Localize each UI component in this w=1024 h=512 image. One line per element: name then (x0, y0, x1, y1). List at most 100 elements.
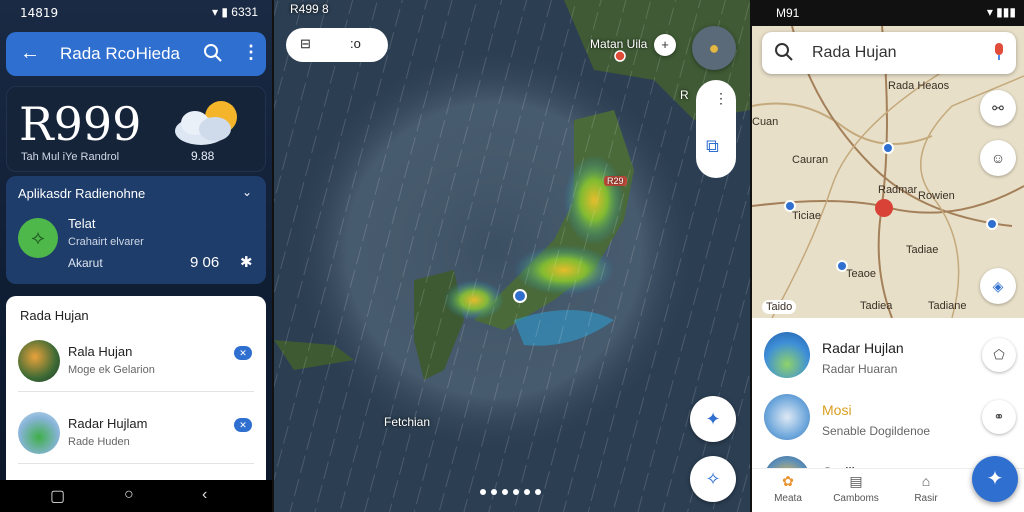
status-right: ▾ ▮▮▮ (986, 5, 1016, 19)
list-header: Rada Hujan (20, 308, 89, 323)
map-search-panel: M91 ▾ ▮▮▮ Rada Hujan ⚯ ☺ ◈ Rada Heaos Ca… (752, 0, 1024, 512)
weather-big-value: R999 (19, 97, 142, 151)
asterisk-icon[interactable]: ✱ (240, 253, 253, 271)
location-pin[interactable] (986, 218, 998, 230)
more-menu-icon[interactable]: ⋮ (242, 42, 260, 63)
city-label: Teaoe (846, 268, 876, 280)
search-icon[interactable] (202, 42, 224, 64)
layers-icon[interactable]: ⊟ (300, 36, 311, 52)
status-bar: 14819 ▾ ▮ 6331 (0, 0, 272, 26)
more-vert-icon[interactable]: ⋮ (714, 90, 728, 107)
list-item-title: Rala Hujan (68, 344, 133, 359)
tab-meata[interactable]: ✿ Meata (758, 473, 818, 504)
city-label: Tadiae (906, 244, 939, 256)
cloud-thumbnail (764, 394, 810, 440)
search-input[interactable]: Rada Hujan (812, 44, 897, 62)
route-icon[interactable]: ⚯ (980, 90, 1016, 126)
tab-label: Meata (774, 493, 802, 504)
leaf-icon: ⟡ (18, 218, 58, 258)
chevron-down-icon[interactable]: ⌄ (242, 185, 252, 199)
list-item[interactable]: Rala Hujan Moge ek Gelarion ✕ (6, 332, 266, 392)
tree-thumbnail (18, 412, 60, 454)
city-label: Cuan (752, 116, 779, 128)
city-label: Cauran (792, 154, 829, 166)
back-icon[interactable]: ‹ (202, 486, 207, 504)
city-label: Rada Heaos (888, 80, 950, 92)
app-info-header: Aplikasdr Radienohne (18, 186, 146, 201)
badge-icon: ✕ (234, 346, 252, 360)
navigate-fab-icon[interactable]: ✦ (972, 456, 1018, 502)
list-item-title: Radar Hujlam (68, 416, 148, 431)
page-indicator[interactable] (480, 482, 546, 500)
compass-icon[interactable]: ● (692, 26, 736, 70)
location-pin[interactable] (875, 199, 893, 217)
tab-rasir[interactable]: ⌂ Rasir (896, 473, 956, 504)
weather-card[interactable]: R999 Tah Mul iYe Randrol 9.88 (6, 86, 266, 172)
city-label: Ticiae (792, 210, 821, 222)
city-label: Tadiea (860, 300, 893, 312)
face-icon[interactable]: ☺ (980, 140, 1016, 176)
location-pin[interactable] (784, 200, 796, 212)
location-pin[interactable] (614, 50, 626, 62)
location-pin[interactable] (836, 260, 848, 272)
recents-icon[interactable]: ▢ (50, 486, 65, 506)
city-label: Tadiane (928, 300, 967, 312)
navigate-icon[interactable]: ✧ (690, 456, 736, 502)
radar-thumbnail (18, 340, 60, 382)
wifi-icon: ▾ ▮ (211, 5, 228, 19)
app-info-line3: Akarut (68, 256, 103, 270)
tab-icon: ▤ (849, 473, 863, 489)
city-label: Radmar (878, 184, 918, 196)
list-item-subtitle: Radar Huaran (822, 362, 898, 376)
app-title: Rada RcoHieda (60, 44, 181, 63)
list-item[interactable]: Radar Hujlam Rade Huden ✕ (6, 404, 266, 464)
app-bar: ← Rada RcoHieda ⋮ (6, 32, 266, 76)
app-info-line2: Crahairt elvarer (68, 236, 144, 248)
map-label-side: R (680, 88, 689, 102)
map-label-bottom: Fetchian (384, 415, 431, 429)
home-icon[interactable]: ○ (124, 486, 134, 504)
tab-label: Rasir (914, 493, 938, 504)
home-screen-panel: 14819 ▾ ▮ 6331 ← Rada RcoHieda ⋮ R999 Ta… (0, 0, 272, 512)
battery-text: 6331 (231, 5, 258, 19)
search-bar[interactable]: Rada Hujan (762, 32, 1016, 74)
app-info-card[interactable]: Aplikasdr Radienohne ⌄ ⟡ Telat Crahairt … (6, 176, 266, 284)
radar-map[interactable] (274, 0, 750, 512)
layers-icon[interactable]: ◈ (980, 268, 1016, 304)
layer-pill[interactable]: ⊟ :o (286, 28, 388, 62)
list-item-subtitle: Rade Huden (68, 436, 130, 448)
location-pin[interactable] (882, 142, 894, 154)
radar-map-panel: R499 8 ⊟ :o Matan Uila R R29 Fetchian + … (274, 0, 750, 512)
list-item[interactable]: Mosi Senable Dogildenoe ⚭ (752, 390, 1024, 452)
badge-icon: ✕ (234, 418, 252, 432)
divider (18, 463, 254, 464)
add-icon[interactable]: + (654, 34, 676, 56)
status-right: ▾ ▮ 6331 (212, 5, 258, 19)
map-chip[interactable]: Taido (762, 300, 797, 314)
search-icon[interactable] (774, 42, 794, 62)
sparkle-icon[interactable]: ✦ (690, 396, 736, 442)
divider (18, 391, 254, 392)
map-status: R499 8 (290, 2, 329, 16)
list-item-title: Radar Hujlan (822, 340, 904, 356)
tab-icon: ✿ (782, 473, 794, 489)
link-icon[interactable]: ⚭ (982, 400, 1016, 434)
list-item[interactable]: Radar Hujlan Radar Huaran ⬠ (752, 328, 1024, 390)
timer-icon[interactable]: :o (350, 36, 361, 51)
tab-camboms[interactable]: ▤ Camboms (826, 473, 886, 504)
mic-icon[interactable] (992, 42, 1006, 62)
list-item-subtitle: Senable Dogildenoe (822, 424, 931, 438)
back-arrow-icon[interactable]: ← (20, 42, 40, 65)
radar-thumbnail (764, 332, 810, 378)
map-label-radar: R29 (604, 176, 627, 186)
status-time: M91 (776, 6, 800, 20)
pentagon-icon[interactable]: ⬠ (982, 338, 1016, 372)
list-item-subtitle: Moge ek Gelarion (68, 364, 155, 376)
status-bar: M91 ▾ ▮▮▮ (752, 0, 1024, 26)
sun-cloud-icon (175, 101, 237, 145)
list-item-title: Mosi (822, 402, 852, 418)
system-nav-bar: ▢ ○ ‹ (0, 480, 272, 512)
weather-subtitle: Tah Mul iYe Randrol (21, 151, 120, 163)
layers-stack-icon[interactable]: ⧉ (706, 136, 719, 157)
location-pin[interactable] (513, 289, 527, 303)
